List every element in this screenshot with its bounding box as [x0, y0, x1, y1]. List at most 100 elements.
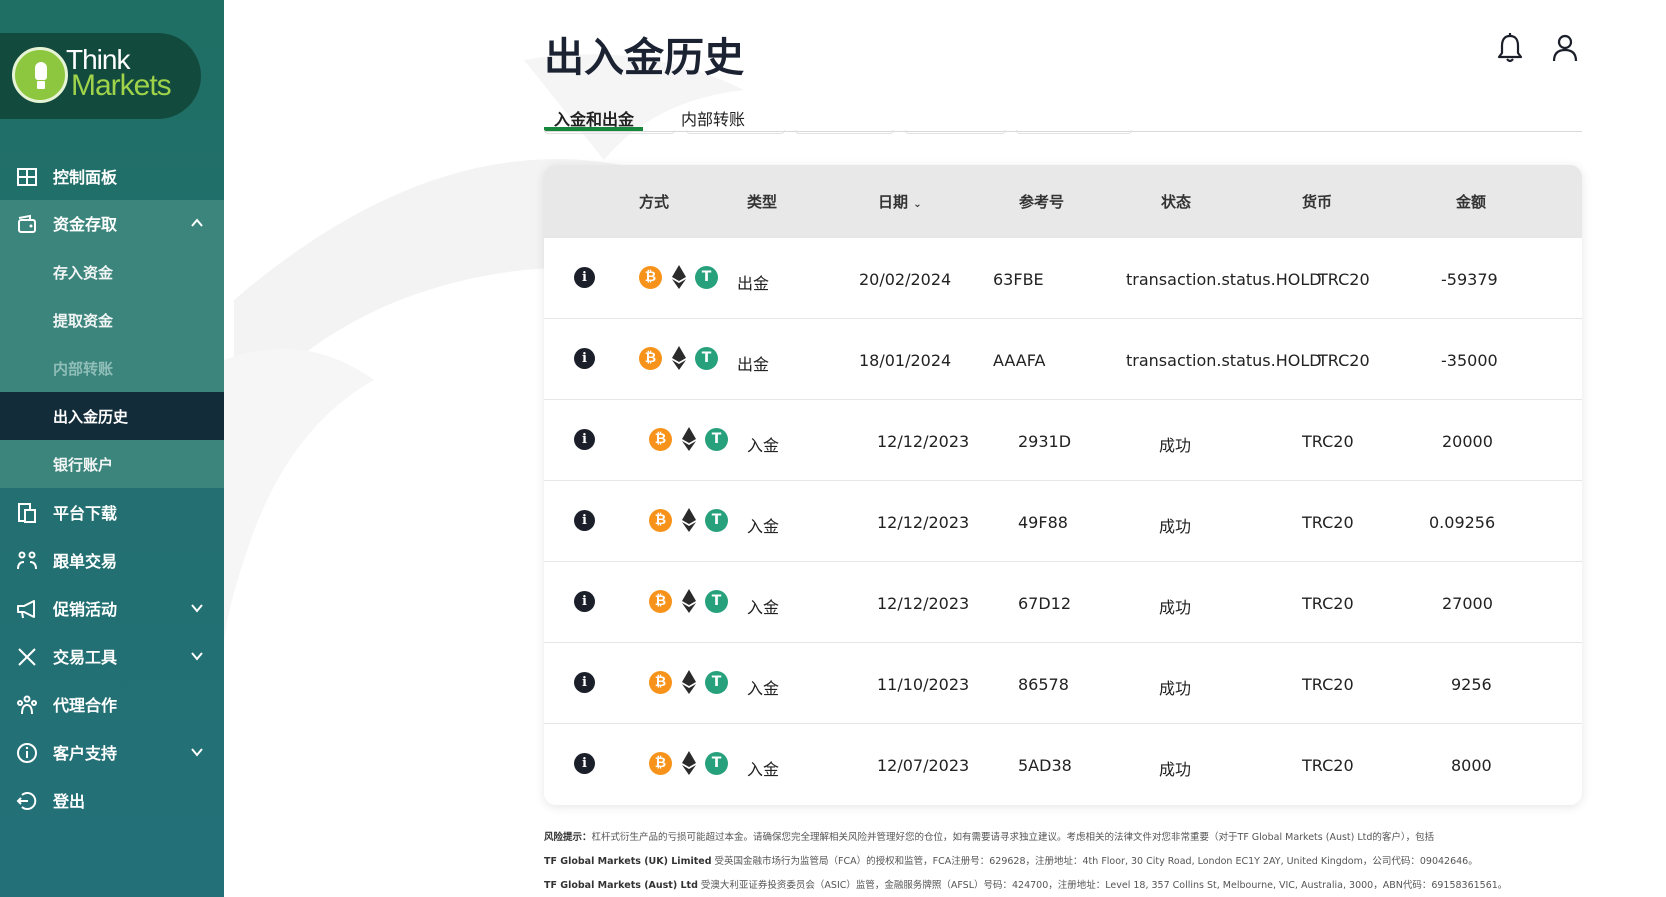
date-cell: 12/12/2023 [877, 594, 970, 613]
chevron-down-icon[interactable] [190, 745, 204, 759]
reference-cell: 2931D [1018, 432, 1072, 451]
sidebar-subitem-withdraw[interactable]: 提取资金 [0, 296, 224, 344]
sidebar-item-copy-trading[interactable]: 跟单交易 [0, 536, 224, 584]
sidebar-item-funds[interactable]: 资金存取 [0, 199, 224, 247]
bitcoin-icon: ₿ [649, 428, 672, 451]
risk-disclaimer: 风险提示：杠杆式衍生产品的亏损可能超过本金。请确保您完全理解相关风险并管理好您的… [544, 826, 1594, 897]
tab-shadow [686, 130, 785, 134]
tether-icon: T [695, 347, 718, 370]
info-icon[interactable]: i [574, 348, 595, 369]
ethereum-icon [672, 265, 686, 289]
info-icon[interactable]: i [574, 267, 595, 288]
type-cell: 入金 [747, 517, 780, 536]
sidebar-subitem-label: 银行账户 [53, 455, 114, 474]
tether-icon: T [705, 671, 728, 694]
table-row[interactable]: i ₿ T 出金 20/02/2024 63FBE transaction.st… [544, 237, 1582, 318]
sidebar-subitem-internal-transfer[interactable]: 内部转账 [0, 344, 224, 392]
status-cell: 成功 [1159, 760, 1192, 779]
amount-cell: -59379 [1441, 270, 1498, 289]
sidebar-subitem-label: 存入资金 [53, 263, 114, 282]
sidebar-subitem-deposit[interactable]: 存入资金 [0, 248, 224, 296]
ethereum-icon [682, 427, 696, 451]
table-row[interactable]: i ₿ T 出金 18/01/2024 AAAFA transaction.st… [544, 318, 1582, 399]
info-icon[interactable]: i [574, 510, 595, 531]
currency-cell: TRC20 [1302, 675, 1354, 694]
ethereum-icon [682, 508, 696, 532]
brand-name-markets: Markets [71, 69, 172, 102]
status-cell: 成功 [1159, 598, 1192, 617]
bitcoin-icon: ₿ [649, 752, 672, 775]
tab-bar: 入金和出金 内部转账 [544, 106, 1582, 132]
date-cell: 20/02/2024 [859, 270, 952, 289]
table-row[interactable]: i ₿ T 入金 12/12/2023 49F88 成功 TRC20 0.092… [544, 480, 1582, 561]
sidebar-item-logout[interactable]: 登出 [0, 776, 224, 824]
sidebar-item-partners[interactable]: 代理合作 [0, 680, 224, 728]
type-cell: 入金 [747, 679, 780, 698]
table-row[interactable]: i ₿ T 入金 11/10/2023 86578 成功 TRC20 9256 [544, 642, 1582, 723]
date-cell: 12/07/2023 [877, 756, 970, 775]
ethereum-icon [682, 670, 696, 694]
sidebar-item-promotions[interactable]: 促销活动 [0, 584, 224, 632]
column-header-status: 状态 [1161, 193, 1192, 211]
amount-cell: 20000 [1442, 432, 1493, 451]
reference-cell: 5AD38 [1018, 756, 1072, 775]
sidebar-subitem-history[interactable]: 出入金历史 [0, 392, 224, 440]
type-cell: 出金 [737, 274, 770, 293]
user-profile-icon[interactable] [1550, 32, 1580, 64]
status-cell: transaction.status.HOLD [1126, 270, 1322, 289]
info-icon[interactable]: i [574, 672, 595, 693]
ethereum-icon [682, 589, 696, 613]
sidebar-item-support[interactable]: 客户支持 [0, 728, 224, 776]
sidebar-item-label: 交易工具 [53, 648, 118, 667]
amount-cell: 8000 [1451, 756, 1492, 775]
column-header-amount: 金额 [1456, 193, 1487, 211]
bitcoin-icon: ₿ [649, 590, 672, 613]
page-title: 出入金历史 [544, 35, 744, 81]
info-icon[interactable]: i [574, 429, 595, 450]
table-row[interactable]: i ₿ T 入金 12/12/2023 67D12 成功 TRC20 27000 [544, 561, 1582, 642]
tab-internal-transfer[interactable]: 内部转账 [681, 106, 745, 130]
sidebar-subitem-label: 内部转账 [53, 359, 114, 378]
chevron-up-icon[interactable] [190, 216, 204, 230]
disclaimer-entity: TF Global Markets (Aust) Ltd [544, 880, 698, 891]
date-cell: 18/01/2024 [859, 351, 952, 370]
sidebar-item-label: 促销活动 [53, 600, 118, 619]
info-icon[interactable]: i [574, 591, 595, 612]
sidebar-item-label: 平台下载 [53, 504, 118, 523]
column-header-currency: 货币 [1302, 193, 1333, 211]
amount-cell: 27000 [1442, 594, 1493, 613]
type-cell: 入金 [747, 598, 780, 617]
sidebar-item-dashboard[interactable]: 控制面板 [0, 152, 224, 200]
column-header-reference: 参考号 [1019, 193, 1065, 211]
table-row[interactable]: i ₿ T 入金 12/07/2023 5AD38 成功 TRC20 8000 [544, 723, 1582, 804]
sidebar-subitem-bank-accounts[interactable]: 银行账户 [0, 440, 224, 488]
date-cell: 12/12/2023 [877, 432, 970, 451]
disclaimer-line: 风险提示：杠杆式衍生产品的亏损可能超过本金。请确保您完全理解相关风险并管理好您的… [544, 826, 1594, 850]
sidebar-item-platforms[interactable]: 平台下载 [0, 488, 224, 536]
sidebar-item-trading-tools[interactable]: 交易工具 [0, 632, 224, 680]
tab-shadow [544, 130, 675, 134]
column-header-type: 类型 [747, 193, 778, 211]
column-header-date[interactable]: 日期 ⌄ [878, 191, 922, 212]
wallet-icon [18, 214, 36, 233]
sort-chevron-icon[interactable]: ⌄ [913, 199, 921, 210]
table-row[interactable]: i ₿ T 入金 12/12/2023 2931D 成功 TRC20 20000 [544, 399, 1582, 480]
dashboard-icon [17, 168, 37, 186]
download-platform-icon [18, 503, 36, 523]
copy-trading-icon [17, 551, 37, 570]
chevron-down-icon[interactable] [190, 649, 204, 663]
disclaimer-label: 风险提示： [544, 832, 592, 843]
notification-bell-icon[interactable] [1495, 32, 1525, 64]
currency-cell: TRC20 [1302, 594, 1354, 613]
disclaimer-text: 受澳大利亚证券投资委员会（ASIC）监管，金融服务牌照（AFSL）号码：4247… [700, 880, 1508, 891]
chevron-down-icon[interactable] [190, 601, 204, 615]
sidebar-item-label: 登出 [53, 792, 86, 811]
brand-logo[interactable]: Think Markets [0, 33, 201, 119]
megaphone-icon [17, 600, 35, 619]
bitcoin-icon: ₿ [649, 509, 672, 532]
info-circle-icon [17, 743, 37, 763]
lightbulb-logo-icon [12, 47, 68, 103]
bitcoin-icon: ₿ [649, 671, 672, 694]
info-icon[interactable]: i [574, 753, 595, 774]
currency-cell: TRC20 [1302, 513, 1354, 532]
